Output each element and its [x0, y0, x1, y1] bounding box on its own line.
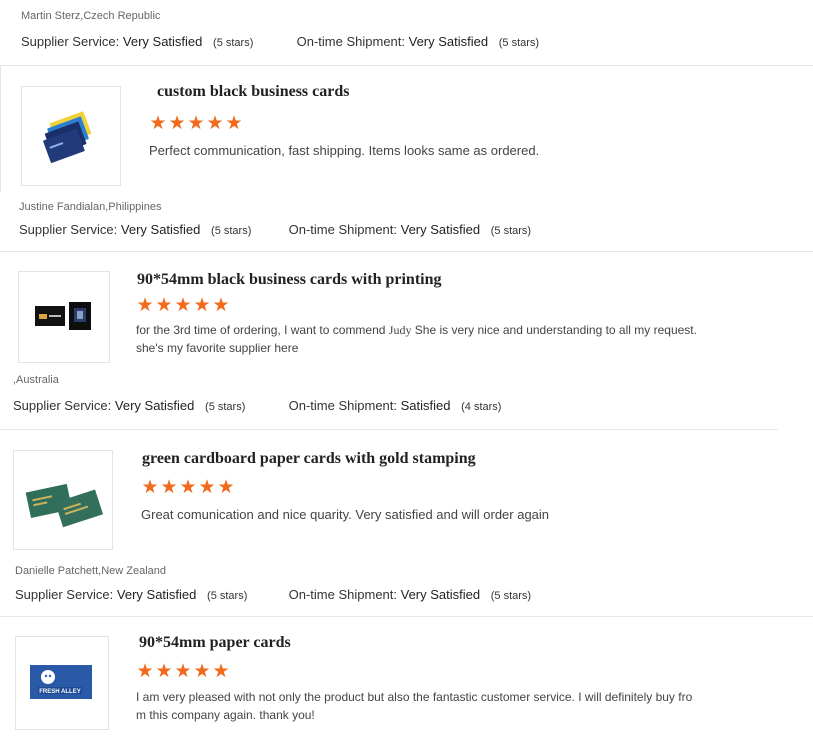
- black-printed-cards-image: [35, 302, 91, 330]
- star-icon: ★: [160, 477, 178, 498]
- reviewer-name: Justine Fandialan,Philippines: [19, 201, 162, 213]
- shipment-stars: (5 stars): [490, 225, 532, 237]
- star-icon: ★: [193, 295, 211, 316]
- supplier-service-value: Very Satisfied: [120, 222, 201, 237]
- supplier-service-label: Supplier Service:: [21, 34, 120, 49]
- shipment-stars: (5 stars): [498, 37, 540, 49]
- star-icon: ★: [187, 113, 205, 134]
- star-icon: ★: [212, 295, 230, 316]
- rating-line: Supplier Service: Very Satisfied (5 star…: [13, 398, 501, 413]
- star-icon: ★: [217, 477, 235, 498]
- star-icon: ★: [141, 477, 159, 498]
- reviewer-name: Martin Sterz,Czech Republic: [21, 10, 161, 22]
- reviewer-name: ,Australia: [13, 374, 59, 386]
- shipment-label: On-time Shipment:: [288, 587, 397, 602]
- supplier-service-label: Supplier Service:: [15, 587, 114, 602]
- shipment-label: On-time Shipment:: [288, 222, 397, 237]
- review-comment: for the 3rd time of ordering, I want to …: [136, 321, 697, 357]
- shipment-label: On-time Shipment:: [296, 34, 405, 49]
- star-icon: ★: [174, 295, 192, 316]
- left-border: [0, 65, 1, 192]
- divider: [0, 429, 778, 430]
- product-thumbnail[interactable]: [21, 86, 121, 186]
- product-title[interactable]: 90*54mm paper cards: [139, 634, 291, 652]
- divider: [0, 616, 813, 617]
- product-title[interactable]: custom black business cards: [157, 83, 349, 101]
- rating-line: Supplier Service: Very Satisfied (5 star…: [21, 34, 539, 49]
- divider: [0, 251, 813, 252]
- comment-text: I am very pleased with not only the prod…: [136, 690, 693, 704]
- product-thumbnail[interactable]: [13, 450, 113, 550]
- comment-text: She is very nice and understanding to al…: [411, 323, 697, 337]
- rating-line: Supplier Service: Very Satisfied (5 star…: [15, 587, 531, 602]
- star-icon: ★: [198, 477, 216, 498]
- star-icon: ★: [155, 295, 173, 316]
- shipment-label: On-time Shipment:: [288, 398, 397, 413]
- green-cards-image: [25, 483, 104, 528]
- shipment-value: Very Satisfied: [400, 587, 481, 602]
- product-title[interactable]: 90*54mm black business cards with printi…: [137, 271, 442, 289]
- star-icon: ★: [136, 661, 154, 682]
- star-icon: ★: [155, 661, 173, 682]
- star-icon: ★: [149, 113, 167, 134]
- star-rating: ★ ★ ★ ★ ★: [136, 295, 230, 316]
- star-icon: ★: [136, 295, 154, 316]
- blue-paper-card-image: FRESH ALLEY: [30, 665, 92, 699]
- supplier-service-label: Supplier Service:: [19, 222, 118, 237]
- divider: [0, 65, 813, 66]
- comment-text: she's my favorite supplier here: [136, 341, 299, 355]
- shipment-stars: (4 stars): [461, 401, 502, 413]
- supplier-service-value: Very Satisfied: [114, 398, 195, 413]
- star-icon: ★: [168, 113, 186, 134]
- reviewer-name: Danielle Patchett,New Zealand: [15, 565, 167, 577]
- supplier-service-stars: (5 stars): [211, 225, 252, 237]
- star-rating: ★ ★ ★ ★ ★: [136, 661, 230, 682]
- comment-text: m this company again. thank you!: [136, 708, 315, 722]
- supplier-service-stars: (5 stars): [207, 590, 248, 602]
- supplier-service-value: Very Satisfied: [116, 587, 197, 602]
- star-icon: ★: [174, 661, 192, 682]
- star-rating: ★ ★ ★ ★ ★: [141, 477, 235, 498]
- black-cards-image: [43, 111, 92, 163]
- review-comment: Perfect communication, fast shipping. It…: [149, 143, 540, 158]
- product-thumbnail[interactable]: [18, 271, 110, 363]
- shipment-stars: (5 stars): [490, 590, 532, 602]
- star-icon: ★: [225, 113, 243, 134]
- shipment-value: Very Satisfied: [408, 34, 489, 49]
- shipment-value: Satisfied: [400, 398, 451, 413]
- star-icon: ★: [193, 661, 211, 682]
- star-icon: ★: [179, 477, 197, 498]
- product-thumbnail[interactable]: FRESH ALLEY: [15, 636, 109, 730]
- review-comment: I am very pleased with not only the prod…: [136, 688, 692, 724]
- review-comment: Great comunication and nice quarity. Ver…: [141, 507, 550, 522]
- product-title[interactable]: green cardboard paper cards with gold st…: [142, 450, 476, 468]
- star-icon: ★: [212, 661, 230, 682]
- comment-name: Judy: [388, 323, 412, 337]
- star-rating: ★ ★ ★ ★ ★: [149, 113, 243, 134]
- star-icon: ★: [206, 113, 224, 134]
- supplier-service-stars: (5 stars): [205, 401, 246, 413]
- supplier-service-value: Very Satisfied: [122, 34, 203, 49]
- supplier-service-stars: (5 stars): [213, 37, 254, 49]
- comment-text: for the 3rd time of ordering, I want to …: [136, 323, 389, 337]
- card-brand-text: FRESH ALLEY: [39, 689, 80, 695]
- shipment-value: Very Satisfied: [400, 222, 481, 237]
- rating-line: Supplier Service: Very Satisfied (5 star…: [19, 222, 531, 237]
- supplier-service-label: Supplier Service:: [13, 398, 112, 413]
